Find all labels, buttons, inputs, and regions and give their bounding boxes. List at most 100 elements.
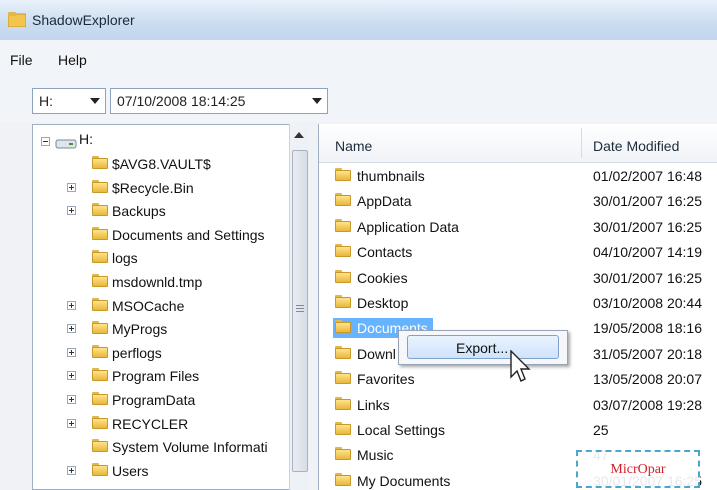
- folder-icon: [92, 274, 108, 287]
- date-modified: 19/05/2008 18:16: [593, 320, 702, 337]
- tree-item[interactable]: $Recycle.Bin: [33, 177, 303, 199]
- file-name: Music: [357, 447, 394, 464]
- folder-icon: [92, 439, 108, 453]
- folder-tree[interactable]: H: $AVG8.VAULT$ $Recycle.Bin Backups Docume…: [32, 124, 308, 490]
- tree-item-label: Users: [112, 462, 149, 479]
- menu-file[interactable]: File: [10, 52, 33, 68]
- list-item[interactable]: AppData 30/01/2007 16:25: [319, 190, 717, 212]
- snapshot-date-value: 07/10/2008 18:14:25: [117, 93, 246, 109]
- folder-icon: [92, 203, 108, 217]
- tree-item[interactable]: Users: [33, 460, 303, 482]
- folder-icon: [335, 295, 351, 308]
- folder-icon: [92, 321, 108, 335]
- list-item[interactable]: Application Data 30/01/2007 16:25: [319, 216, 717, 238]
- shadowexplorer-window: ShadowExplorer File Help H: 07/10/2008 1…: [0, 0, 717, 490]
- tree-item[interactable]: MSOCache: [33, 295, 303, 317]
- tree-item[interactable]: logs: [33, 247, 303, 269]
- tree-item[interactable]: msdownld.tmp: [33, 271, 303, 293]
- expand-icon[interactable]: [67, 324, 76, 334]
- tree-item[interactable]: ProgramData: [33, 389, 303, 411]
- folder-icon: [335, 371, 351, 385]
- list-item[interactable]: thumbnails 01/02/2007 16:48: [319, 165, 717, 187]
- context-menu: Export...: [398, 330, 568, 365]
- folder-icon: [335, 345, 351, 359]
- expand-icon[interactable]: [67, 347, 76, 357]
- tree-item[interactable]: Program Files: [33, 365, 303, 387]
- tree-item[interactable]: Documents and Settings: [33, 224, 303, 246]
- expand-icon[interactable]: [67, 182, 76, 192]
- tree-item-label: RECYCLER: [112, 415, 189, 432]
- window-title: ShadowExplorer: [32, 12, 135, 28]
- chevron-down-icon: [312, 98, 322, 104]
- tree-item-label: $Recycle.Bin: [112, 179, 194, 196]
- expand-icon[interactable]: [67, 300, 76, 310]
- tree-item-label: Documents and Settings: [112, 226, 265, 243]
- folder-icon: [92, 156, 108, 169]
- tree-item[interactable]: Backups: [33, 200, 303, 222]
- drive-select[interactable]: H:: [32, 88, 106, 114]
- folder-icon: [335, 244, 351, 258]
- tree-item-label: System Volume Informati: [112, 439, 268, 456]
- tree-item[interactable]: RECYCLER: [33, 413, 303, 435]
- tree-item-label: logs: [112, 250, 138, 267]
- folder-icon: [335, 168, 351, 181]
- expand-icon[interactable]: [67, 371, 76, 381]
- column-separator[interactable]: [581, 128, 582, 158]
- expand-icon[interactable]: [67, 465, 76, 475]
- date-modified: 30/01/2007 16:25: [593, 193, 702, 210]
- column-date-modified[interactable]: Date Modified: [593, 138, 679, 154]
- file-name: Local Settings: [357, 422, 445, 438]
- tree-item-label: ProgramData: [112, 392, 196, 408]
- scroll-up-arrow-icon[interactable]: [294, 132, 304, 138]
- date-modified: 03/07/2008 19:28: [593, 396, 702, 413]
- folder-icon: [92, 368, 108, 382]
- folder-icon: [335, 422, 351, 435]
- drive-icon: [55, 139, 77, 149]
- export-menu-item[interactable]: Export...: [407, 335, 559, 359]
- tree-item-label: Program Files: [112, 368, 200, 385]
- file-list[interactable]: Name Date Modified thumbnails 01/02/2007 …: [318, 124, 717, 490]
- expand-icon[interactable]: [67, 395, 76, 404]
- watermark-text: MicrOpar: [610, 462, 666, 477]
- folder-icon: [92, 415, 108, 429]
- expand-icon[interactable]: [67, 206, 76, 216]
- list-item[interactable]: Cookies 30/01/2007 16:25: [319, 267, 717, 289]
- snapshot-date-select[interactable]: 07/10/2008 18:14:25: [110, 88, 328, 114]
- tree-item[interactable]: System Volume Informati: [33, 436, 303, 458]
- file-name: Links: [357, 396, 390, 413]
- file-name: Cookies: [357, 269, 408, 286]
- list-item[interactable]: Desktop 03/10/2008 20:44: [319, 292, 717, 314]
- list-item[interactable]: Links 03/07/2008 19:28: [319, 394, 717, 416]
- list-item[interactable]: Contacts 04/10/2007 14:19: [319, 241, 717, 263]
- tree-item[interactable]: perflogs: [33, 342, 303, 364]
- scroll-thumb[interactable]: [292, 150, 308, 472]
- tree-item-label: MSOCache: [112, 297, 185, 314]
- file-name: Contacts: [357, 244, 413, 261]
- tree-root-label: H:: [79, 131, 93, 147]
- list-item[interactable]: Local Settings 25: [319, 419, 717, 441]
- menu-help[interactable]: Help: [58, 52, 87, 68]
- tree-item-label: $AVG8.VAULT$: [112, 156, 211, 172]
- tree-item-label: msdownld.tmp: [112, 274, 203, 290]
- folder-icon: [92, 179, 108, 193]
- tree-item[interactable]: $AVG8.VAULT$: [33, 153, 303, 175]
- date-modified: 01/02/2007 16:48: [593, 168, 702, 184]
- folder-icon: [335, 218, 351, 232]
- collapse-icon[interactable]: [41, 137, 50, 146]
- folder-icon: [92, 392, 108, 405]
- date-modified: 30/01/2007 16:25: [593, 269, 702, 286]
- folder-icon: [92, 226, 108, 240]
- folder-icon: [335, 320, 351, 334]
- expand-icon[interactable]: [67, 418, 76, 428]
- toolbar: H: 07/10/2008 18:14:25: [0, 72, 717, 122]
- mouse-cursor-hand-icon: [510, 350, 531, 382]
- date-modified: 13/05/2008 20:07: [593, 371, 702, 388]
- tree-item[interactable]: MyProgs: [33, 318, 303, 340]
- watermark-logo: MicrOpar: [576, 450, 700, 488]
- folder-icon: [92, 297, 108, 311]
- column-name[interactable]: Name: [335, 138, 372, 154]
- tree-scrollbar[interactable]: [289, 124, 309, 490]
- title-bar: ShadowExplorer: [0, 0, 717, 41]
- file-name: Application Data: [357, 218, 459, 235]
- tree-item-label: Backups: [112, 203, 166, 220]
